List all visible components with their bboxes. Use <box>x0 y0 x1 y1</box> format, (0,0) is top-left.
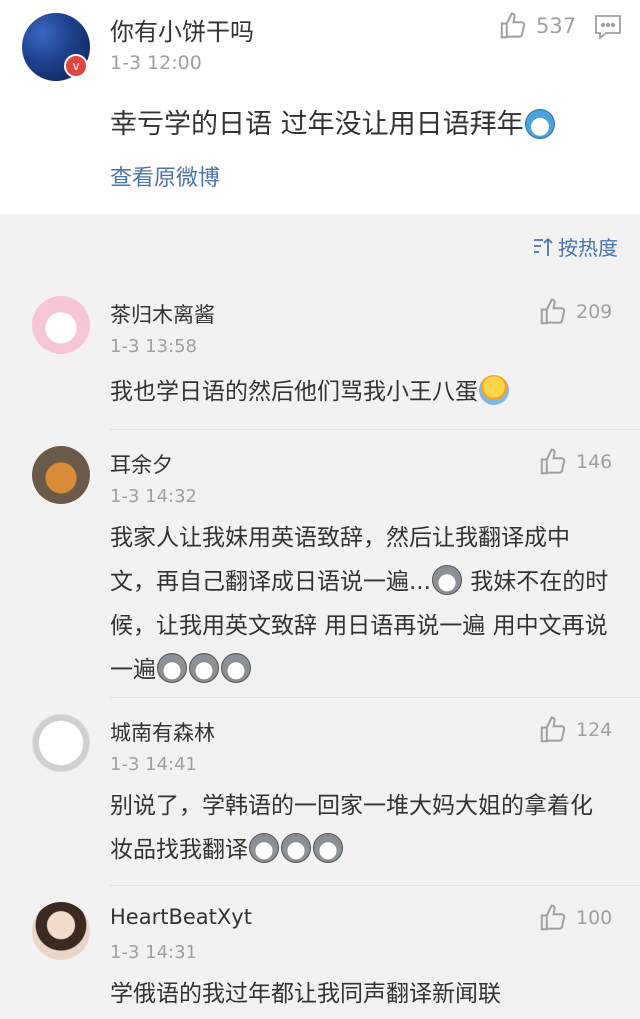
comment-like-button[interactable]: 124 <box>538 715 612 745</box>
commenter-avatar[interactable] <box>32 714 90 772</box>
post-author-name[interactable]: 你有小饼干吗 <box>110 12 254 47</box>
husky-emoji-icon <box>189 653 219 683</box>
comment-like-button[interactable]: 100 <box>538 903 612 933</box>
comment-item: HeartBeatXyt 1-3 14:31 100 学俄语的我过年都让我同声翻… <box>0 888 640 1019</box>
husky-emoji-icon <box>313 833 343 863</box>
post-text-content: 幸亏学的日语 过年没让用日语拜年 <box>110 109 524 140</box>
divider <box>110 885 640 886</box>
comment-icon[interactable] <box>594 14 622 40</box>
comment-like-count: 100 <box>576 907 613 929</box>
commenter-avatar[interactable] <box>32 902 90 960</box>
comment-text-content: 我也学日语的然后他们骂我小王八蛋 <box>110 379 478 405</box>
post-text: 幸亏学的日语 过年没让用日语拜年 <box>110 103 556 147</box>
commenter-name[interactable]: HeartBeatXyt <box>110 905 252 929</box>
post-timestamp: 1-3 12:00 <box>110 52 202 74</box>
divider <box>110 697 640 698</box>
comment-like-button[interactable]: 146 <box>538 447 612 477</box>
commenter-name[interactable]: 耳余夕 <box>110 449 173 479</box>
husky-emoji-icon <box>431 565 462 595</box>
commenter-name[interactable]: 茶归木离酱 <box>110 299 215 329</box>
comment-text: 我也学日语的然后他们骂我小王八蛋 <box>110 370 615 414</box>
husky-emoji-icon <box>249 833 279 863</box>
comment-timestamp: 1-3 14:32 <box>110 486 197 507</box>
comment-timestamp: 1-3 13:58 <box>110 336 197 357</box>
comment-item: 耳余夕 1-3 14:32 146 我家人让我妹用英语致辞，然后让我翻译成中文，… <box>0 432 640 698</box>
comment-item: 城南有森林 1-3 14:41 124 别说了，学韩语的一回家一堆大妈大姐的拿着… <box>0 700 640 886</box>
comment-like-button[interactable]: 209 <box>538 297 612 327</box>
husky-emoji-icon <box>157 653 187 683</box>
commenter-avatar[interactable] <box>32 296 90 354</box>
comment-like-count: 146 <box>576 451 613 473</box>
view-original-link[interactable]: 查看原微博 <box>110 160 220 192</box>
verified-badge-icon: v <box>64 54 88 78</box>
sort-label: 按热度 <box>558 236 618 260</box>
comment-text-content: 学俄语的我过年都让我同声翻译新闻联 <box>110 981 501 1007</box>
comment-like-count: 124 <box>576 719 613 741</box>
comment-timestamp: 1-3 14:31 <box>110 942 197 963</box>
comment-timestamp: 1-3 14:41 <box>110 754 197 775</box>
thumbs-up-icon <box>540 448 566 475</box>
post-like-count: 537 <box>536 14 577 38</box>
husky-emoji-icon <box>221 653 251 683</box>
comment-text: 我家人让我妹用英语致辞，然后让我翻译成中文，再自己翻译成日语说一遍... 我妹不… <box>110 516 615 692</box>
shrug-emoji-icon <box>479 375 509 405</box>
thumbs-up-icon <box>540 298 566 325</box>
doraemon-emoji-icon <box>524 109 555 139</box>
thumbs-up-icon <box>500 12 526 39</box>
comment-like-count: 209 <box>576 301 613 323</box>
husky-emoji-icon <box>281 833 311 863</box>
comment-text: 别说了，学韩语的一回家一堆大妈大姐的拿着化妆品找我翻译 <box>110 784 615 872</box>
thumbs-up-icon <box>540 904 566 931</box>
post-like-button[interactable]: 537 <box>498 11 576 41</box>
commenter-name[interactable]: 城南有森林 <box>110 717 215 747</box>
sort-icon <box>534 237 553 256</box>
commenter-avatar[interactable] <box>32 446 90 504</box>
original-post: v 你有小饼干吗 1-3 12:00 537 幸亏学的日语 过年没让用日语拜年 … <box>0 0 640 214</box>
comment-text-content: 别说了，学韩语的一回家一堆大妈大姐的拿着化妆品找我翻译 <box>110 793 593 863</box>
comment-text: 学俄语的我过年都让我同声翻译新闻联 <box>110 972 615 1016</box>
sort-by-hot-button[interactable]: 按热度 <box>532 232 618 261</box>
thumbs-up-icon <box>540 716 566 743</box>
divider <box>110 429 640 430</box>
comment-item: 茶归木离酱 1-3 13:58 209 我也学日语的然后他们骂我小王八蛋 <box>0 282 640 430</box>
